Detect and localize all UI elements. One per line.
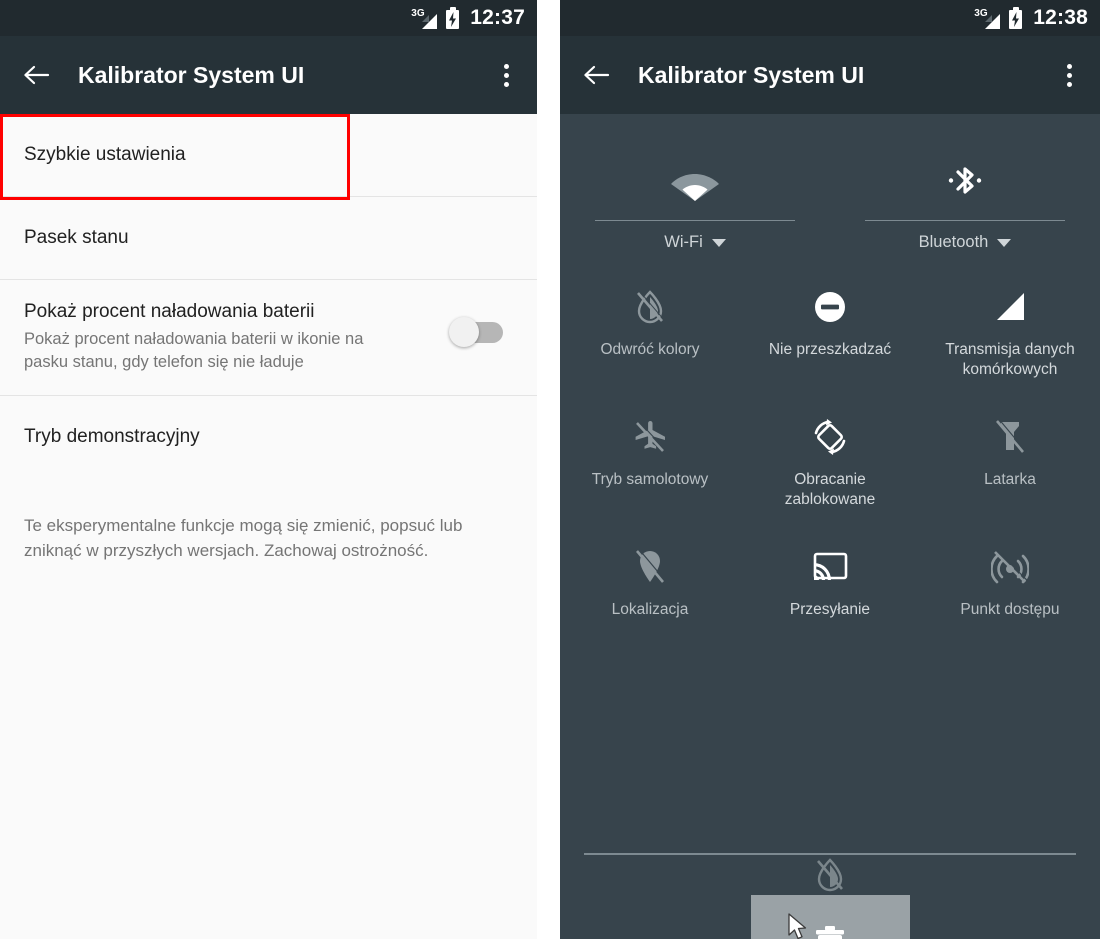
- chevron-down-icon[interactable]: [997, 238, 1012, 247]
- footer-note: Te eksperymentalne funkcje mogą się zmie…: [0, 477, 537, 564]
- quick-settings-large-tiles: Wi-Fi Bluetooth: [560, 114, 1100, 252]
- page-title: Kalibrator System UI: [78, 61, 305, 88]
- bluetooth-label: Bluetooth: [918, 233, 989, 251]
- invert-colors-off-icon: [812, 852, 848, 898]
- list-item-label: Szybkie ustawienia: [24, 144, 186, 165]
- location-off-icon: [634, 544, 666, 590]
- left-app-bar: Kalibrator System UI: [0, 36, 537, 114]
- clock-label: 12:37: [470, 6, 525, 29]
- back-arrow-icon[interactable]: [16, 55, 56, 95]
- qs-tile-rotation-lock[interactable]: Obracanie zablokowane: [740, 400, 920, 530]
- sidebar-item-demo-mode[interactable]: Tryb demonstracyjny: [0, 395, 537, 478]
- quick-settings-panel: Wi-Fi Bluetooth Odwróć kolory Nie przesz…: [560, 114, 1100, 939]
- status-icons: 3G 12:38: [974, 6, 1088, 30]
- bluetooth-icon: [944, 146, 986, 202]
- qs-tile-label: Odwróć kolory: [600, 341, 700, 358]
- list-item-description: Pokaż procent naładowania baterii w ikon…: [24, 330, 364, 372]
- page-title: Kalibrator System UI: [638, 61, 865, 88]
- wifi-label: Wi-Fi: [664, 233, 703, 251]
- list-item-label: Pokaż procent naładowania baterii: [24, 301, 315, 322]
- left-phone-screen: 3G 12:37 Kalibrator System UI Szybkie us…: [0, 0, 537, 939]
- qs-tile-cast[interactable]: Przesyłanie: [740, 530, 920, 660]
- qs-tile-label: Nie przeszkadzać: [768, 341, 892, 358]
- status-icons: 3G 12:37: [411, 6, 525, 30]
- qs-tile-label: Latarka: [984, 471, 1036, 488]
- trash-icon: [816, 926, 844, 939]
- qs-tile-label: Obracanie zablokowane: [784, 471, 876, 509]
- battery-charging-icon: [446, 7, 460, 29]
- qs-tile-hotspot[interactable]: Punkt dostępu: [920, 530, 1100, 660]
- list-item-text: Pokaż procent naładowania baterii Pokaż …: [24, 301, 404, 375]
- right-status-bar: 3G 12:38: [560, 0, 1100, 36]
- qs-tile-bluetooth[interactable]: Bluetooth: [830, 146, 1100, 252]
- signal-cellular-icon: [992, 284, 1028, 330]
- list-item-label: Tryb demonstracyjny: [24, 425, 200, 447]
- dual-phone-screenshot: 3G 12:37 Kalibrator System UI Szybkie us…: [0, 0, 1100, 939]
- charging-bolt-icon: [1012, 12, 1020, 27]
- do-not-disturb-icon: [812, 284, 848, 330]
- toggle-thumb: [449, 317, 479, 347]
- flashlight-off-icon: [994, 414, 1026, 460]
- airplane-off-icon: [631, 414, 669, 460]
- battery-percent-toggle[interactable]: [449, 317, 503, 347]
- wifi-icon: [669, 146, 721, 202]
- qs-tile-label: Punkt dostępu: [960, 601, 1060, 618]
- qs-tile-flashlight[interactable]: Latarka: [920, 400, 1100, 530]
- qs-tile-location[interactable]: Lokalizacja: [560, 530, 740, 660]
- charging-bolt-icon: [449, 12, 457, 27]
- qs-tile-label: Tryb samolotowy: [591, 471, 709, 488]
- sidebar-item-battery-percent[interactable]: Pokaż procent naładowania baterii Pokaż …: [0, 280, 537, 395]
- signal-3g-icon: 3G: [974, 9, 1001, 30]
- invert-colors-off-icon: [632, 284, 668, 330]
- delete-drop-target[interactable]: Usuń: [751, 895, 910, 939]
- left-status-bar: 3G 12:37: [0, 0, 537, 36]
- qs-tile-label: Transmisja danych komórkowych: [945, 341, 1075, 379]
- right-app-bar: Kalibrator System UI: [560, 36, 1100, 114]
- settings-list: Szybkie ustawienia Pasek stanu Pokaż pro…: [0, 114, 537, 939]
- right-phone-screen: 3G 12:38 Kalibrator System UI Wi-Fi Blue…: [560, 0, 1100, 939]
- sidebar-item-quick-settings[interactable]: Szybkie ustawienia: [0, 114, 537, 196]
- signal-3g-icon: 3G: [411, 9, 438, 30]
- tile-underline: [865, 220, 1065, 221]
- clock-label: 12:38: [1033, 6, 1088, 29]
- qs-tile-label: Bluetooth: [919, 233, 1012, 252]
- cast-icon: [811, 544, 849, 590]
- mouse-cursor: [788, 913, 807, 939]
- qs-tile-invert-colors[interactable]: Odwróć kolory: [560, 270, 740, 400]
- qs-tile-label: Wi-Fi: [664, 233, 726, 252]
- list-item-label: Pasek stanu: [24, 227, 129, 248]
- battery-charging-icon: [1009, 7, 1023, 29]
- chevron-down-icon[interactable]: [711, 238, 726, 247]
- overflow-menu-icon[interactable]: [491, 55, 521, 95]
- qs-tile-airplane-mode[interactable]: Tryb samolotowy: [560, 400, 740, 530]
- qs-tile-do-not-disturb[interactable]: Nie przeszkadzać: [740, 270, 920, 400]
- quick-settings-tile-grid: Odwróć kolory Nie przeszkadzać Transmisj…: [560, 252, 1100, 660]
- qs-tile-label: Przesyłanie: [789, 601, 871, 618]
- sidebar-item-status-bar[interactable]: Pasek stanu: [0, 197, 537, 279]
- qs-tile-wifi[interactable]: Wi-Fi: [560, 146, 830, 252]
- hotspot-off-icon: [990, 544, 1029, 590]
- qs-tile-mobile-data[interactable]: Transmisja danych komórkowych: [920, 270, 1100, 400]
- tile-underline: [595, 220, 795, 221]
- back-arrow-icon[interactable]: [576, 55, 616, 95]
- qs-tile-label: Lokalizacja: [611, 601, 689, 618]
- screen-rotation-icon: [810, 414, 850, 460]
- overflow-menu-icon[interactable]: [1054, 55, 1084, 95]
